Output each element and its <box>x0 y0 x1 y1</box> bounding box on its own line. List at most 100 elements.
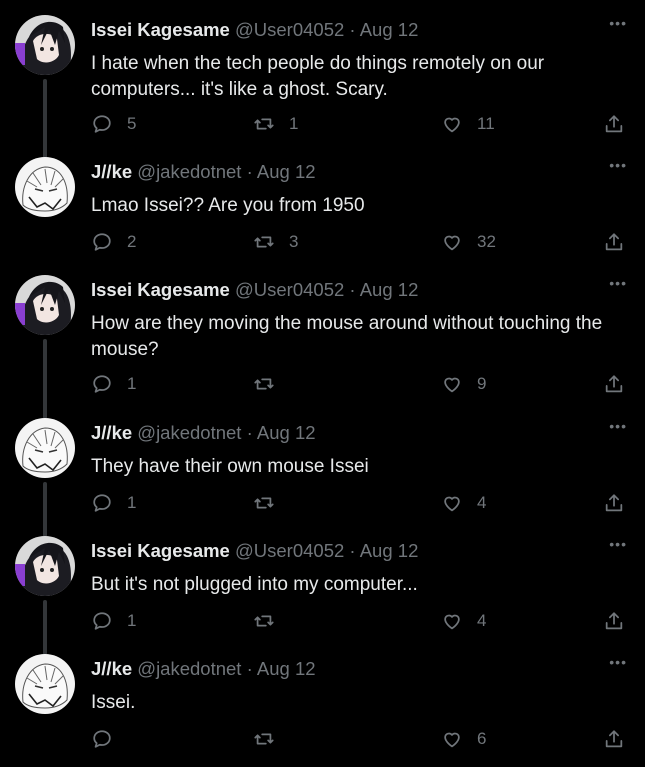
tweet-text: But it's not plugged into my computer... <box>91 574 418 595</box>
reply-button[interactable]: 1 <box>91 610 136 632</box>
reply-button[interactable]: 1 <box>91 373 136 395</box>
separator-dot: · <box>246 658 253 679</box>
tweet-header: Issei Kagesame @User04052 · Aug 12 <box>91 279 418 303</box>
heart-icon <box>444 377 460 393</box>
share-button[interactable] <box>603 231 625 253</box>
avatar[interactable] <box>15 275 75 335</box>
tweet-text: Issei. <box>91 692 136 713</box>
retweet-button[interactable] <box>253 492 289 514</box>
share-button[interactable] <box>603 728 625 750</box>
tweet-date[interactable]: Aug 12 <box>257 658 316 679</box>
like-button[interactable]: 11 <box>441 113 495 135</box>
more-options-button[interactable]: ••• <box>609 275 627 291</box>
like-count: 4 <box>477 611 487 630</box>
author-name[interactable]: J//ke <box>91 161 132 182</box>
share-icon <box>605 375 623 393</box>
like-count: 32 <box>477 232 496 251</box>
retweet-count: 1 <box>289 114 299 133</box>
avatar[interactable] <box>15 536 75 596</box>
thread-connector <box>43 339 47 419</box>
like-button[interactable]: 4 <box>441 492 486 514</box>
share-button[interactable] <box>603 492 625 514</box>
avatar-column <box>15 418 75 537</box>
tweet-header: Issei Kagesame @User04052 · Aug 12 <box>91 19 418 43</box>
more-options-button[interactable]: ••• <box>609 536 627 552</box>
like-button[interactable]: 32 <box>441 231 496 253</box>
tweet[interactable]: Issei Kagesame @User04052 · Aug 12 ••• H… <box>0 275 645 419</box>
tweet[interactable]: J//ke @jakedotnet · Aug 12 ••• Issei. 6 <box>0 654 645 754</box>
reply-icon <box>93 612 111 630</box>
share-button[interactable] <box>603 610 625 632</box>
avatar[interactable] <box>15 157 75 217</box>
retweet-button[interactable]: 1 <box>253 113 298 135</box>
author-handle[interactable]: @User04052 <box>235 19 344 40</box>
author-handle[interactable]: @User04052 <box>235 279 344 300</box>
tweet-text: Lmao Issei?? Are you from 1950 <box>91 195 365 216</box>
like-count: 9 <box>477 374 487 393</box>
reply-icon <box>93 375 111 393</box>
retweet-button[interactable]: 3 <box>253 231 298 253</box>
thread-connector <box>43 600 47 655</box>
like-count: 4 <box>477 493 487 512</box>
reply-button[interactable]: 2 <box>91 231 136 253</box>
retweet-icon <box>254 378 274 390</box>
like-count: 6 <box>477 729 487 748</box>
reply-button[interactable] <box>91 728 127 750</box>
share-button[interactable] <box>603 373 625 395</box>
retweet-icon <box>254 118 274 130</box>
more-options-button[interactable]: ••• <box>609 157 627 173</box>
author-name[interactable]: Issei Kagesame <box>91 540 230 561</box>
like-button[interactable]: 9 <box>441 373 486 395</box>
author-handle[interactable]: @User04052 <box>235 540 344 561</box>
heart-icon <box>444 117 460 133</box>
author-handle[interactable]: @jakedotnet <box>137 422 241 443</box>
retweet-button[interactable] <box>253 373 289 395</box>
tweet-actions: 5 1 11 <box>91 113 631 139</box>
like-button[interactable]: 6 <box>441 728 486 750</box>
avatar[interactable] <box>15 654 75 714</box>
tweet-text: I hate when the tech people do things re… <box>91 53 545 100</box>
heart-icon <box>444 235 460 251</box>
more-options-button[interactable]: ••• <box>609 654 627 670</box>
reply-icon <box>93 730 111 748</box>
avatar[interactable] <box>15 15 75 75</box>
tweet[interactable]: J//ke @jakedotnet · Aug 12 ••• They have… <box>0 418 645 537</box>
author-handle[interactable]: @jakedotnet <box>137 658 241 679</box>
share-button[interactable] <box>603 113 625 135</box>
avatar-column <box>15 157 75 267</box>
reply-count: 2 <box>127 232 137 251</box>
avatar[interactable] <box>15 418 75 478</box>
heart-icon <box>444 496 460 512</box>
retweet-icon <box>254 497 274 509</box>
avatar-column <box>15 275 75 419</box>
author-name[interactable]: Issei Kagesame <box>91 19 230 40</box>
tweet-date[interactable]: Aug 12 <box>257 422 316 443</box>
tweet[interactable]: J//ke @jakedotnet · Aug 12 ••• Lmao Isse… <box>0 157 645 267</box>
heart-icon <box>444 614 460 630</box>
more-options-button[interactable]: ••• <box>609 15 627 31</box>
author-handle[interactable]: @jakedotnet <box>137 161 241 182</box>
tweet-date[interactable]: Aug 12 <box>360 19 419 40</box>
like-button[interactable]: 4 <box>441 610 486 632</box>
retweet-button[interactable] <box>253 728 289 750</box>
reply-icon <box>93 233 111 251</box>
tweet[interactable]: Issei Kagesame @User04052 · Aug 12 ••• B… <box>0 536 645 655</box>
author-name[interactable]: J//ke <box>91 422 132 443</box>
reply-icon <box>93 494 111 512</box>
reply-count: 1 <box>127 374 137 393</box>
avatar-column <box>15 536 75 655</box>
author-name[interactable]: Issei Kagesame <box>91 279 230 300</box>
reply-button[interactable]: 5 <box>91 113 136 135</box>
tweet-date[interactable]: Aug 12 <box>360 279 419 300</box>
reply-button[interactable]: 1 <box>91 492 136 514</box>
more-options-button[interactable]: ••• <box>609 418 627 434</box>
share-icon <box>605 730 623 748</box>
heart-icon <box>444 732 460 748</box>
tweet-date[interactable]: Aug 12 <box>360 540 419 561</box>
retweet-button[interactable] <box>253 610 289 632</box>
retweet-icon <box>254 236 274 248</box>
author-name[interactable]: J//ke <box>91 658 132 679</box>
tweet-date[interactable]: Aug 12 <box>257 161 316 182</box>
tweet-actions: 1 9 <box>91 373 631 399</box>
tweet[interactable]: Issei Kagesame @User04052 · Aug 12 ••• I… <box>0 15 645 161</box>
